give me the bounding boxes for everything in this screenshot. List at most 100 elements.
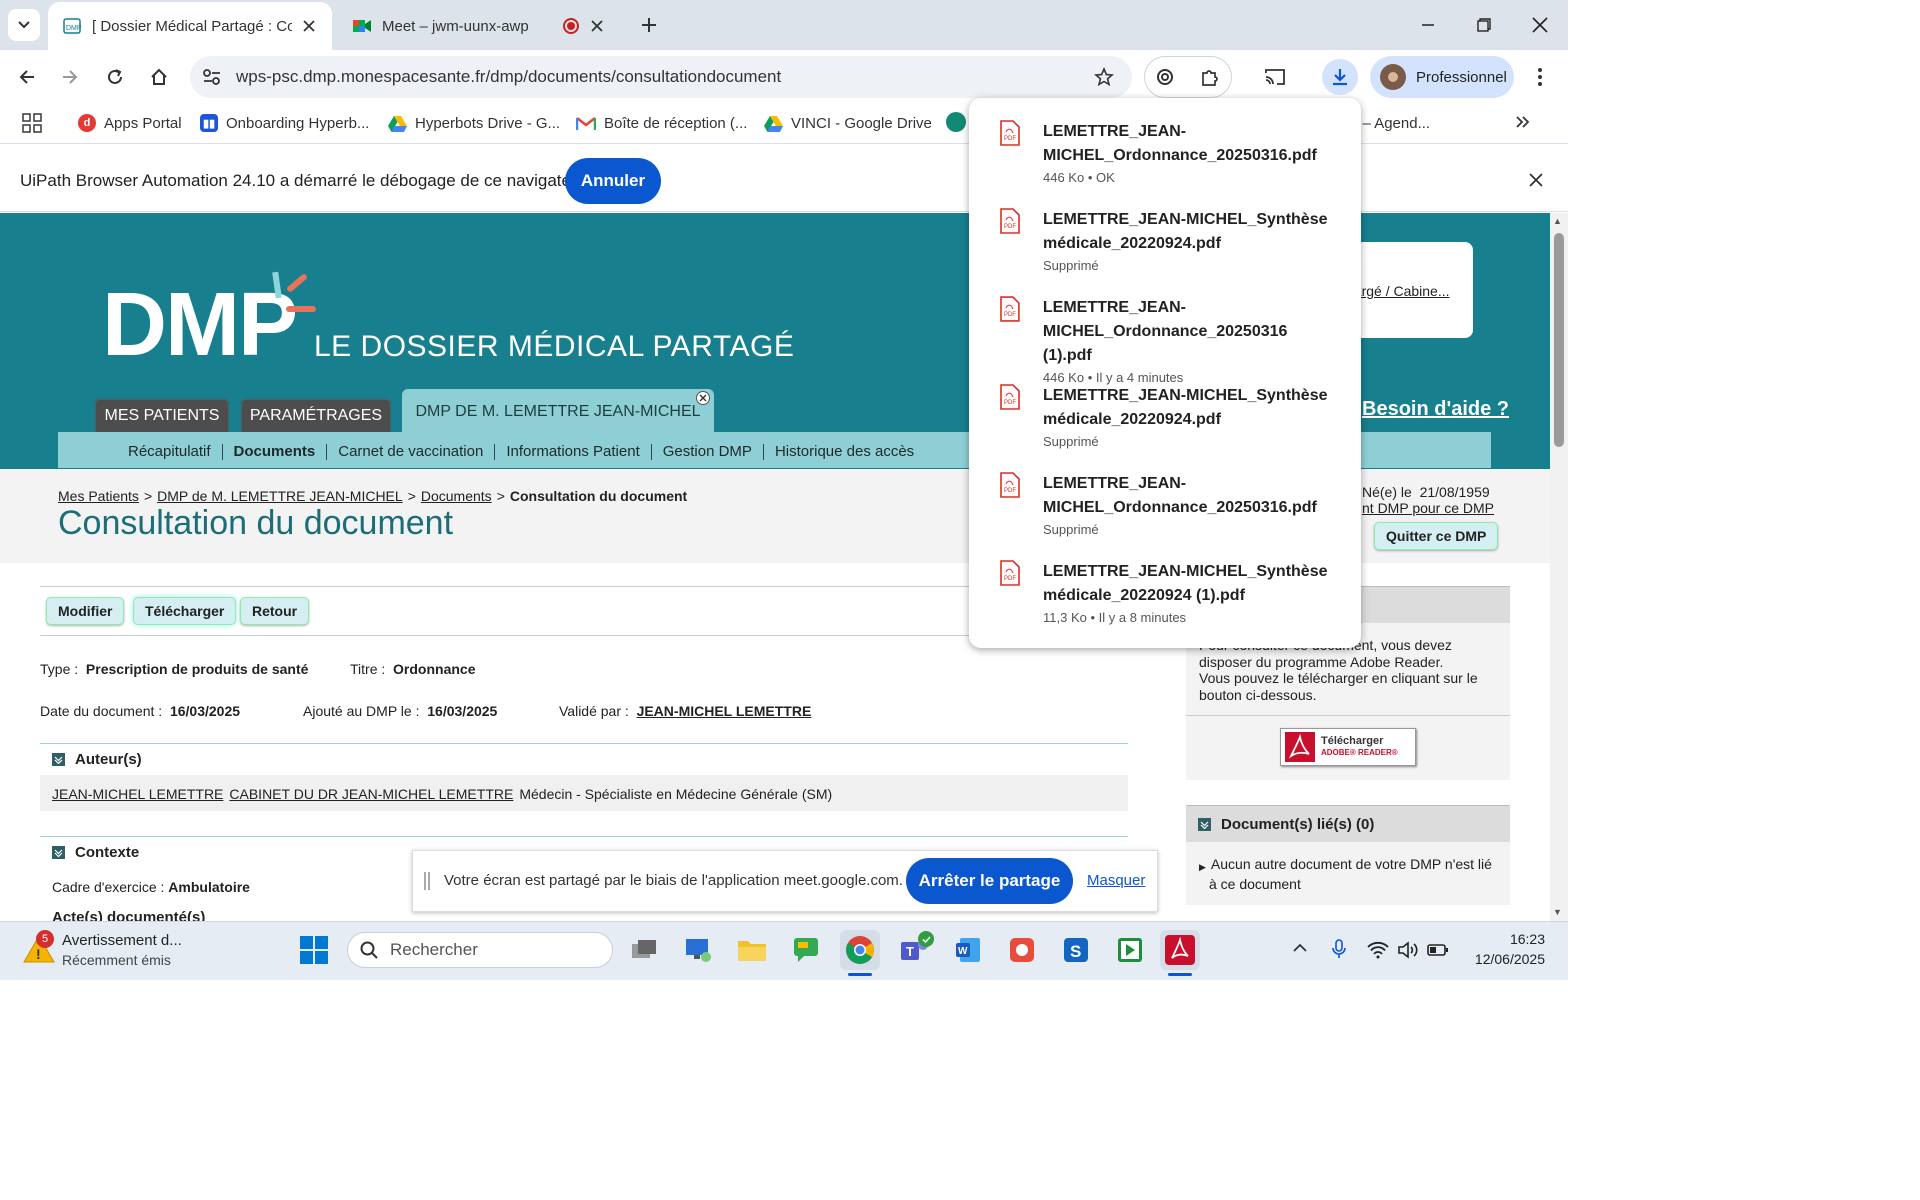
wifi-icon[interactable]: [1367, 941, 1389, 959]
close-infobar-button[interactable]: [1528, 172, 1544, 188]
get-adobe-reader-button[interactable]: Télécharger ADOBE® READER®: [1280, 728, 1416, 766]
clock-date[interactable]: 12/06/2025: [1458, 951, 1545, 967]
tab-mes-patients[interactable]: MES PATIENTS: [94, 398, 230, 432]
taskbar-search[interactable]: Rechercher: [347, 932, 613, 968]
scroll-down-icon[interactable]: ▼: [1553, 907, 1562, 917]
svg-text:PDF: PDF: [1004, 224, 1016, 230]
notification-title[interactable]: Avertissement d...: [62, 932, 182, 949]
download-item[interactable]: PDF LEMETTRE_JEAN-MICHEL_Synthèse médical…: [999, 384, 1339, 449]
bookmark-apps-portal[interactable]: d Apps Portal: [78, 110, 182, 136]
linked-docs-title: Document(s) lié(s) (0): [1221, 815, 1375, 833]
scroll-up-icon[interactable]: ▲: [1553, 216, 1562, 226]
file-explorer-app[interactable]: [732, 930, 772, 970]
quit-dmp-button[interactable]: Quitter ce DMP: [1374, 522, 1499, 550]
uipath-extension-button[interactable]: [1147, 59, 1183, 95]
validated-value[interactable]: JEAN-MICHEL LEMETTRE: [637, 703, 812, 719]
download-filename: LEMETTRE_JEAN-MICHEL_Synthèse médicale_20…: [1043, 560, 1328, 608]
help-link[interactable]: Besoin d'aide ?: [1362, 398, 1509, 421]
validated-field: Validé par : JEAN-MICHEL LEMETTRE: [559, 703, 811, 719]
media-app[interactable]: [1110, 930, 1150, 970]
bookmark-label: n – Agend...: [1350, 114, 1431, 132]
new-tab-button[interactable]: [633, 9, 665, 41]
author-org-link[interactable]: CABINET DU DR JEAN-MICHEL LEMETTRE: [229, 786, 513, 802]
close-icon[interactable]: [302, 19, 316, 33]
microphone-icon[interactable]: [1332, 939, 1346, 959]
bookmark-gmail[interactable]: Boîte de réception (...: [576, 110, 747, 136]
extensions-button[interactable]: [1192, 59, 1228, 95]
subnav-historique-acces[interactable]: Historique des accès: [775, 443, 914, 460]
download-document-button[interactable]: Télécharger: [133, 597, 237, 625]
bookmark-star-button[interactable]: [1086, 59, 1122, 95]
forward-button[interactable]: [52, 59, 88, 95]
authors-section-header[interactable]: Auteur(s): [40, 743, 1128, 775]
menu-button[interactable]: [1522, 59, 1558, 95]
dmp-access-link[interactable]: nt DMP pour ce DMP: [1362, 500, 1494, 516]
minimize-icon: [1422, 24, 1434, 26]
taskview-app[interactable]: [624, 930, 664, 970]
volume-icon[interactable]: [1397, 941, 1419, 959]
download-item[interactable]: PDF LEMETTRE_JEAN-MICHEL_Synthèse médical…: [999, 208, 1339, 273]
snip-app[interactable]: [1002, 930, 1042, 970]
windows-logo-icon: [300, 936, 328, 964]
sharepoint-app[interactable]: S: [1056, 930, 1096, 970]
reload-icon: [108, 69, 122, 84]
sharepoint-icon[interactable]: [946, 112, 966, 132]
minimize-button[interactable]: [1400, 0, 1456, 50]
restore-button[interactable]: [1456, 0, 1512, 50]
close-patient-tab-button[interactable]: [696, 391, 710, 405]
tab-meet[interactable]: Meet – jwm-uunx-awp: [338, 2, 628, 50]
battery-icon[interactable]: [1427, 942, 1449, 958]
apps-grid-button[interactable]: [22, 113, 42, 133]
clock-time[interactable]: 16:23: [1470, 931, 1545, 947]
cancel-debug-button[interactable]: Annuler: [565, 158, 661, 204]
bookmark-hyperbots-drive[interactable]: Hyperbots Drive - G...: [388, 110, 560, 136]
close-icon[interactable]: [590, 19, 604, 33]
download-item[interactable]: PDF LEMETTRE_JEAN-MICHEL_Synthèse médical…: [999, 560, 1339, 625]
windows-start-button[interactable]: [300, 936, 328, 964]
site-info-button[interactable]: [194, 59, 230, 95]
stop-sharing-button[interactable]: Arrêter le partage: [906, 858, 1073, 904]
download-item[interactable]: PDF LEMETTRE_JEAN- MICHEL_Ordonnance_2025…: [999, 296, 1339, 385]
profile-button[interactable]: Professionnel: [1370, 56, 1514, 98]
breadcrumb-mes-patients[interactable]: Mes Patients: [58, 488, 139, 504]
remote-desktop-app[interactable]: [678, 930, 718, 970]
meet-icon: [353, 20, 371, 32]
download-item[interactable]: PDF LEMETTRE_JEAN- MICHEL_Ordonnance_2025…: [999, 472, 1339, 537]
tab-search-button[interactable]: [8, 9, 40, 41]
back-document-button[interactable]: Retour: [240, 597, 310, 625]
subnav-informations-patient[interactable]: Informations Patient: [506, 443, 639, 460]
tab-parametrages[interactable]: PARAMÉTRAGES: [240, 398, 392, 432]
subnav-gestion-dmp[interactable]: Gestion DMP: [663, 443, 752, 460]
breadcrumb-dmp[interactable]: DMP de M. LEMETTRE JEAN-MICHEL: [157, 488, 403, 504]
scrollbar-thumb[interactable]: [1554, 233, 1564, 447]
bookmark-agenda[interactable]: n – Agend...: [1350, 110, 1430, 136]
breadcrumb-documents[interactable]: Documents: [421, 488, 492, 504]
hide-sharebar-link[interactable]: Masquer: [1087, 872, 1145, 889]
home-button[interactable]: [141, 59, 177, 95]
chat-app[interactable]: [786, 930, 826, 970]
modify-button[interactable]: Modifier: [46, 597, 125, 625]
chrome-app[interactable]: [840, 930, 880, 970]
subnav-carnet-vaccination[interactable]: Carnet de vaccination: [338, 443, 483, 460]
reload-button[interactable]: [97, 59, 133, 95]
bookmark-vinci-drive[interactable]: VINCI - Google Drive: [764, 110, 932, 136]
cast-button[interactable]: [1257, 59, 1293, 95]
drag-handle-icon[interactable]: [424, 872, 430, 890]
acrobat-app[interactable]: [1160, 930, 1200, 970]
downloads-button[interactable]: [1322, 59, 1358, 95]
linked-docs-header[interactable]: Document(s) lié(s) (0): [1186, 806, 1510, 842]
tray-overflow-button[interactable]: [1293, 943, 1307, 953]
author-name-link[interactable]: JEAN-MICHEL LEMETTRE: [52, 786, 223, 802]
word-app[interactable]: W: [948, 930, 988, 970]
active-app-indicator: [848, 973, 872, 976]
subnav-documents[interactable]: Documents: [234, 443, 316, 460]
tab-dmp-patient[interactable]: DMP DE M. LEMETTRE JEAN-MICHEL: [402, 389, 714, 433]
tab-dmp[interactable]: DMP [ Dossier Médical Partagé : Con: [48, 2, 332, 50]
bookmark-onboarding[interactable]: ▮▮ Onboarding Hyperb...: [200, 110, 369, 136]
back-button[interactable]: [9, 59, 45, 95]
download-item[interactable]: PDF LEMETTRE_JEAN- MICHEL_Ordonnance_2025…: [999, 120, 1339, 185]
account-link[interactable]: hargé / Cabine...: [1346, 283, 1466, 299]
subnav-recapitulatif[interactable]: Récapitulatif: [128, 443, 211, 460]
more-bookmarks-button[interactable]: [1514, 114, 1530, 130]
close-window-button[interactable]: [1512, 0, 1568, 50]
